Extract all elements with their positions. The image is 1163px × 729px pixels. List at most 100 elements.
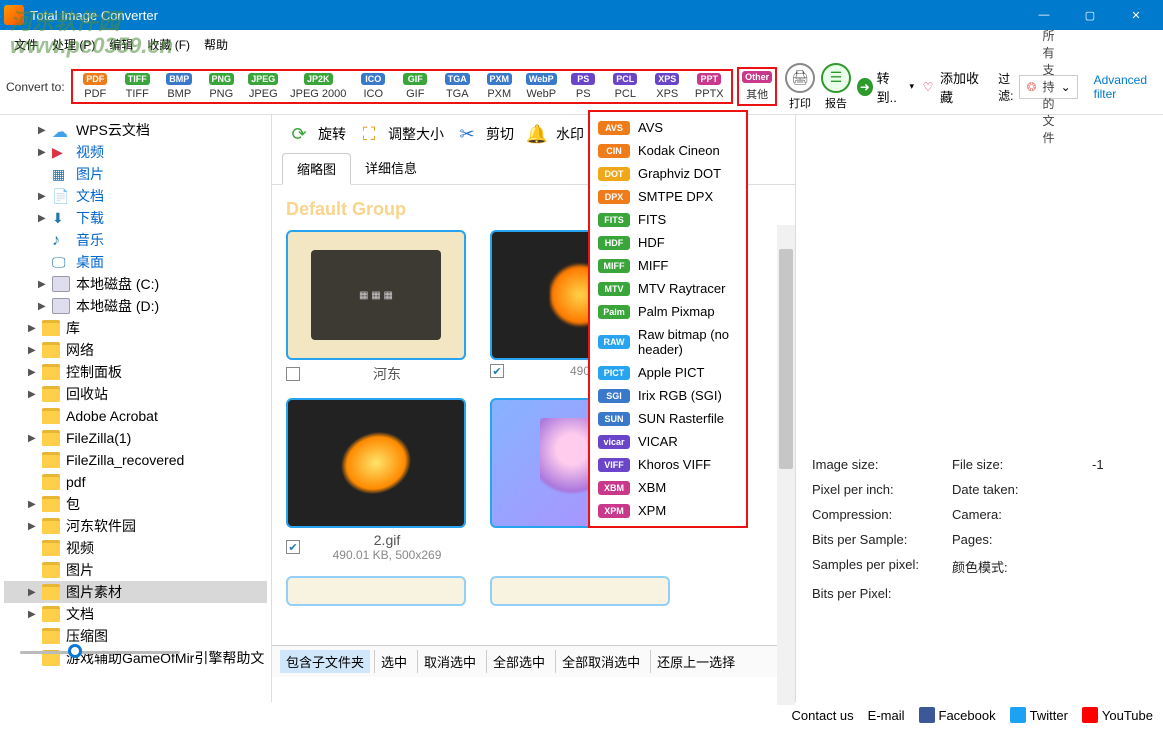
other-format-item[interactable]: MIFFMIFF xyxy=(592,254,744,277)
chevron-down-icon: ⌄ xyxy=(1061,80,1071,94)
other-format-item[interactable]: HDFHDF xyxy=(592,231,744,254)
tree-item[interactable]: ▶网络 xyxy=(4,339,267,361)
menu-process[interactable]: 处理 (P) xyxy=(46,33,101,56)
rotate-tool[interactable]: ⟳旋转 xyxy=(286,121,346,147)
tree-item[interactable]: ▶回收站 xyxy=(4,383,267,405)
format-xps[interactable]: XPSXPS xyxy=(651,73,683,100)
contact-link[interactable]: Contact us xyxy=(792,708,854,723)
deselect-all-btn[interactable]: 全部取消选中 xyxy=(555,650,646,673)
tree-item[interactable]: ▶📄文档 xyxy=(4,185,267,207)
thumb-item[interactable]: ✔2.gif490.01 KB, 500x269 xyxy=(286,398,466,562)
format-jpeg 2000[interactable]: JP2KJPEG 2000 xyxy=(289,73,347,100)
facebook-link[interactable]: Facebook xyxy=(919,707,996,723)
format-pptx[interactable]: PPTPPTX xyxy=(693,73,725,100)
tree-item[interactable]: 视频 xyxy=(4,537,267,559)
goto-button[interactable]: ➜转到..▾ xyxy=(857,68,914,106)
select-btn[interactable]: 选中 xyxy=(374,650,413,673)
format-tiff[interactable]: TIFFTIFF xyxy=(121,73,153,100)
maximize-button[interactable]: ▢ xyxy=(1067,0,1113,30)
app-icon xyxy=(4,5,24,25)
other-format-item[interactable]: PICTApple PICT xyxy=(592,361,744,384)
format-pcl[interactable]: PCLPCL xyxy=(609,73,641,100)
tree-item[interactable]: ▶☁WPS云文档 xyxy=(4,119,267,141)
thumb-checkbox[interactable]: ✔ xyxy=(286,540,300,554)
tree-item[interactable]: ▶包 xyxy=(4,493,267,515)
format-bmp[interactable]: BMPBMP xyxy=(163,73,195,100)
other-format-item[interactable]: DOTGraphviz DOT xyxy=(592,162,744,185)
resize-tool[interactable]: ⛶调整大小 xyxy=(356,121,444,147)
other-format-item[interactable]: FITSFITS xyxy=(592,208,744,231)
deselect-btn[interactable]: 取消选中 xyxy=(417,650,482,673)
other-format-item[interactable]: SUNSUN Rasterfile xyxy=(592,407,744,430)
tree-item[interactable]: 图片 xyxy=(4,559,267,581)
menu-help[interactable]: 帮助 xyxy=(198,33,234,56)
tree-item[interactable]: ▶本地磁盘 (D:) xyxy=(4,295,267,317)
tree-item[interactable]: FileZilla_recovered xyxy=(4,449,267,471)
filter-select[interactable]: ❂ 所有支持的文件 ⌄ xyxy=(1019,75,1077,99)
tree-item[interactable]: pdf xyxy=(4,471,267,493)
tree-item[interactable]: ▶图片素材 xyxy=(4,581,267,603)
format-badge-icon: PPT xyxy=(697,73,721,85)
zoom-slider[interactable] xyxy=(10,645,250,660)
other-format-item[interactable]: vicarVICAR xyxy=(592,430,744,453)
format-gif[interactable]: GIFGIF xyxy=(399,73,431,100)
other-format-item[interactable]: AVSAVS xyxy=(592,116,744,139)
minimize-button[interactable]: ― xyxy=(1021,0,1067,30)
other-format-item[interactable]: XBMXBM xyxy=(592,476,744,499)
tab-thumbnail[interactable]: 缩略图 xyxy=(282,153,351,185)
crop-tool[interactable]: ✂剪切 xyxy=(454,121,514,147)
email-link[interactable]: E-mail xyxy=(868,708,905,723)
format-webp[interactable]: WebPWebP xyxy=(525,73,557,100)
menu-file[interactable]: 文件 xyxy=(8,33,44,56)
other-format-item[interactable]: CINKodak Cineon xyxy=(592,139,744,162)
favorite-button[interactable]: ♡添加收藏 xyxy=(920,68,986,106)
advanced-filter-link[interactable]: Advanced filter xyxy=(1094,73,1147,101)
folder-icon xyxy=(42,452,60,468)
other-format-item[interactable]: SGIIrix RGB (SGI) xyxy=(592,384,744,407)
slider-knob[interactable] xyxy=(68,644,82,658)
other-format-item[interactable]: RAWRaw bitmap (no header) xyxy=(592,323,744,361)
other-format-item[interactable]: XPMXPM xyxy=(592,499,744,522)
tree-item[interactable]: 🖵桌面 xyxy=(4,251,267,273)
format-ico[interactable]: ICOICO xyxy=(357,73,389,100)
format-png[interactable]: PNGPNG xyxy=(205,73,237,100)
gallery-scrollbar[interactable] xyxy=(777,225,795,705)
menu-favorites[interactable]: 收藏 (F) xyxy=(141,33,196,56)
twitter-link[interactable]: Twitter xyxy=(1010,707,1068,723)
format-jpeg[interactable]: JPEGJPEG xyxy=(247,73,279,100)
tree-item[interactable]: ▦图片 xyxy=(4,163,267,185)
youtube-link[interactable]: YouTube xyxy=(1082,707,1153,723)
tree-item[interactable]: ▶▶视频 xyxy=(4,141,267,163)
tree-item[interactable]: ▶⬇下载 xyxy=(4,207,267,229)
tree-item[interactable]: 压缩图 xyxy=(4,625,267,647)
thumb-checkbox[interactable]: ✔ xyxy=(490,364,504,378)
format-tga[interactable]: TGATGA xyxy=(441,73,473,100)
format-pxm[interactable]: PXMPXM xyxy=(483,73,515,100)
tree-item[interactable]: ▶河东软件园 xyxy=(4,515,267,537)
tree-item[interactable]: ▶控制面板 xyxy=(4,361,267,383)
other-format-item[interactable]: MTVMTV Raytracer xyxy=(592,277,744,300)
restore-selection-btn[interactable]: 还原上一选择 xyxy=(650,650,741,673)
tree-item[interactable]: Adobe Acrobat xyxy=(4,405,267,427)
print-button[interactable]: 🖨打印 xyxy=(785,63,815,111)
format-pdf[interactable]: PDFPDF xyxy=(79,73,111,100)
format-other-button[interactable]: Other 其他 xyxy=(737,67,777,106)
other-format-item[interactable]: PalmPalm Pixmap xyxy=(592,300,744,323)
tab-details[interactable]: 详细信息 xyxy=(351,153,431,184)
thumb-item[interactable]: ▦ ▦ ▦ 河东 xyxy=(286,230,466,384)
tree-item[interactable]: ♪音乐 xyxy=(4,229,267,251)
select-all-btn[interactable]: 全部选中 xyxy=(486,650,551,673)
report-button[interactable]: ☰报告 xyxy=(821,63,851,111)
close-button[interactable]: ✕ xyxy=(1113,0,1159,30)
tree-item[interactable]: ▶库 xyxy=(4,317,267,339)
tree-item[interactable]: ▶FileZilla(1) xyxy=(4,427,267,449)
other-format-item[interactable]: VIFFKhoros VIFF xyxy=(592,453,744,476)
tree-item[interactable]: ▶文档 xyxy=(4,603,267,625)
other-format-item[interactable]: DPXSMTPE DPX xyxy=(592,185,744,208)
format-ps[interactable]: PSPS xyxy=(567,73,599,100)
watermark-tool[interactable]: 🔔水印 xyxy=(524,121,584,147)
include-subfolders[interactable]: 包含子文件夹 xyxy=(280,650,370,673)
menu-edit[interactable]: 编辑 xyxy=(103,33,139,56)
thumb-checkbox[interactable] xyxy=(286,367,300,381)
tree-item[interactable]: ▶本地磁盘 (C:) xyxy=(4,273,267,295)
